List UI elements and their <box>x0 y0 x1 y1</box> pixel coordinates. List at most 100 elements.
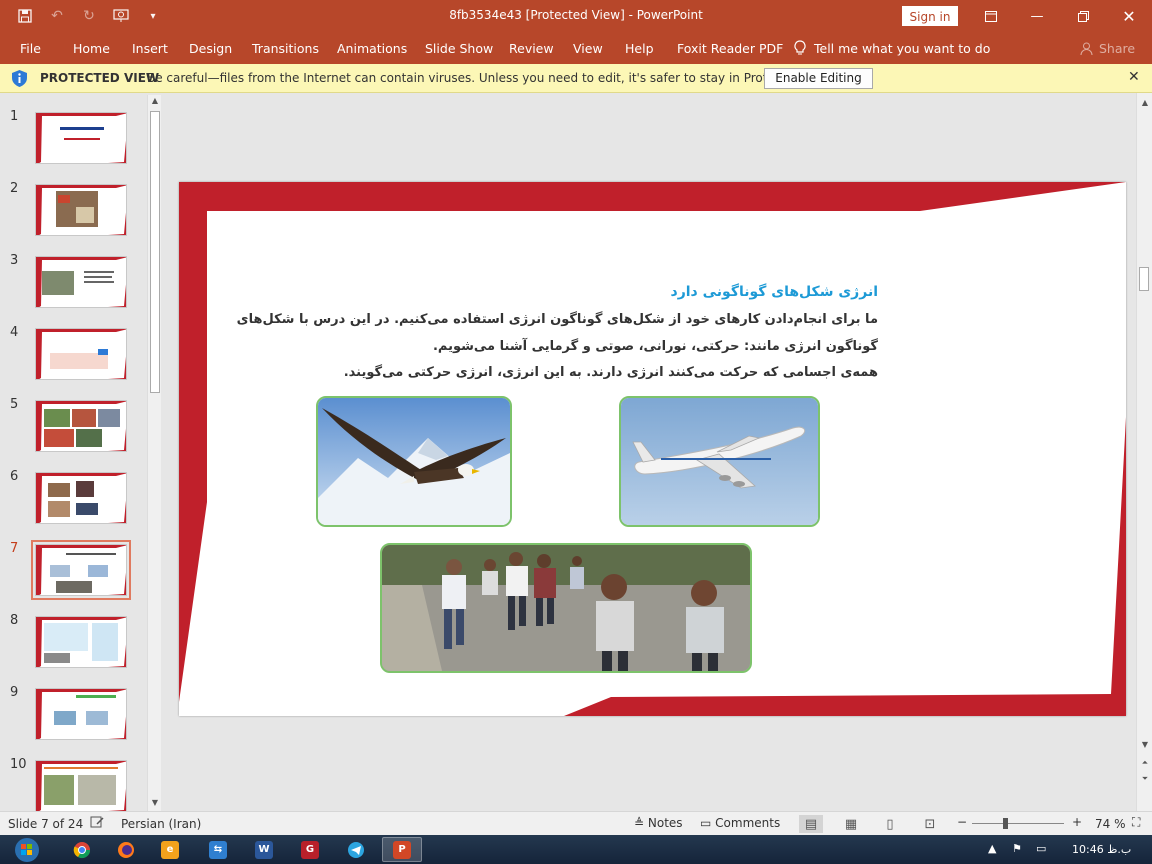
tab-file[interactable]: File <box>20 41 41 56</box>
tab-insert[interactable]: Insert <box>132 41 168 56</box>
share-label: Share <box>1099 41 1136 56</box>
scrollbar-thumb[interactable] <box>1139 267 1149 291</box>
protected-view-title: PROTECTED VIEW <box>40 71 160 85</box>
tab-animations[interactable]: Animations <box>337 41 407 56</box>
slide-thumbnail-2[interactable] <box>35 184 127 236</box>
ribbon-tabs: File Home Insert Design Transitions Anim… <box>0 32 1152 64</box>
scroll-up-arrow-icon[interactable]: ▲ <box>1138 97 1152 109</box>
zoom-level[interactable]: 74 % <box>1095 817 1126 831</box>
protected-view-bar: PROTECTED VIEW Be careful—files from the… <box>0 64 1152 93</box>
zoom-slider[interactable] <box>972 823 1064 824</box>
eagle-photo <box>316 396 512 527</box>
person-icon <box>1080 42 1093 55</box>
current-slide[interactable]: انرژی شکل‌های گوناگونی دارد ما برای انجا… <box>179 182 1126 716</box>
ie-taskbar-icon[interactable]: e <box>150 837 190 862</box>
spelling-check-icon[interactable] <box>90 815 104 832</box>
zoom-out-icon[interactable]: − <box>957 815 967 829</box>
thumbnail-scrollbar[interactable]: ▲ ▼ <box>147 95 161 811</box>
tab-transitions[interactable]: Transitions <box>252 41 319 56</box>
windows-taskbar: e ⇆ W G P ▲ ⚑ ▭ 10:46 ب.ظ <box>0 835 1152 864</box>
scroll-down-arrow-icon[interactable]: ▼ <box>148 797 162 809</box>
share-button[interactable]: Share <box>1080 41 1135 56</box>
thumbnail-number: 4 <box>10 325 19 340</box>
scroll-up-arrow-icon[interactable]: ▲ <box>148 95 162 107</box>
sign-in-button[interactable]: Sign in <box>902 6 958 26</box>
tab-review[interactable]: Review <box>509 41 554 56</box>
restore-icon[interactable] <box>1060 0 1106 32</box>
shield-info-icon <box>12 70 27 87</box>
thumbnail-number: 6 <box>10 469 19 484</box>
slide-thumbnail-10[interactable] <box>35 760 127 812</box>
start-from-beginning-icon[interactable] <box>110 6 132 26</box>
zoom-slider-thumb[interactable] <box>1003 818 1008 829</box>
ribbon-display-options-icon[interactable] <box>968 0 1014 32</box>
notes-button[interactable]: ≜ Notes <box>634 816 683 830</box>
minimize-icon[interactable]: — <box>1014 0 1060 32</box>
normal-view-icon[interactable]: ▤ <box>799 815 823 833</box>
file-explorer-taskbar-icon[interactable]: ⇆ <box>198 837 238 862</box>
notes-icon: ≜ <box>634 816 645 830</box>
undo-icon[interactable]: ↶ <box>46 6 68 26</box>
zoom-in-icon[interactable]: + <box>1072 815 1082 829</box>
quick-access-toolbar: ↶ ↻ ▾ <box>14 6 164 26</box>
slide-thumbnail-5[interactable] <box>35 400 127 452</box>
chrome-taskbar-icon[interactable] <box>62 837 102 862</box>
customize-qat-icon[interactable]: ▾ <box>142 6 164 26</box>
notes-label: Notes <box>647 816 683 830</box>
save-icon[interactable] <box>14 6 36 26</box>
slide-show-view-icon[interactable]: ⊡ <box>918 815 942 833</box>
slide-scrollbar[interactable]: ▲ ▼ ⏶ ⏷ <box>1136 93 1152 811</box>
slide-thumbnail-7[interactable] <box>31 540 131 600</box>
tab-design[interactable]: Design <box>189 41 232 56</box>
airplane-photo <box>619 396 820 527</box>
scrollbar-thumb[interactable] <box>150 111 160 393</box>
comments-button[interactable]: ▭ Comments <box>700 816 780 830</box>
redo-icon[interactable]: ↻ <box>78 6 100 26</box>
slide-thumbnail-pane: 1 2 3 4 5 6 7 8 9 10 ▲ ▼ <box>0 93 164 812</box>
close-bar-icon[interactable]: ✕ <box>1128 69 1140 85</box>
slide-title: انرژی شکل‌های گوناگونی دارد <box>670 284 878 300</box>
enable-editing-button[interactable]: Enable Editing <box>764 68 873 89</box>
status-bar: Slide 7 of 24 Persian (Iran) ≜ Notes ▭ C… <box>0 811 1152 835</box>
tab-foxit-reader-pdf[interactable]: Foxit Reader PDF <box>677 41 783 56</box>
tab-home[interactable]: Home <box>73 41 110 56</box>
language-indicator[interactable]: Persian (Iran) <box>121 817 201 831</box>
thumbnail-number: 8 <box>10 613 19 628</box>
start-button[interactable] <box>4 837 50 862</box>
action-center-flag-icon[interactable]: ⚑ <box>1012 842 1022 855</box>
reading-view-icon[interactable]: ▯ <box>878 815 902 833</box>
powerpoint-taskbar-icon[interactable]: P <box>382 837 422 862</box>
show-hidden-icons-icon[interactable]: ▲ <box>988 842 996 855</box>
next-slide-icon[interactable]: ⏷ <box>1138 773 1152 785</box>
close-icon[interactable]: ✕ <box>1106 0 1152 32</box>
tell-me-search[interactable]: Tell me what you want to do <box>794 40 990 56</box>
previous-slide-icon[interactable]: ⏶ <box>1138 757 1152 769</box>
word-taskbar-icon[interactable]: W <box>244 837 284 862</box>
slide-thumbnail-3[interactable] <box>35 256 127 308</box>
scroll-down-arrow-icon[interactable]: ▼ <box>1138 739 1152 751</box>
thumbnail-number: 3 <box>10 253 19 268</box>
runners-photo <box>380 543 752 673</box>
slide-thumbnail-6[interactable] <box>35 472 127 524</box>
slide-body-line-3: همه‌ی اجسامی که حرکت می‌کنند انرژی دارند… <box>343 365 878 380</box>
protected-view-message: Be careful—files from the Internet can c… <box>147 71 837 85</box>
thumbnail-number: 1 <box>10 109 19 124</box>
network-icon[interactable]: ▭ <box>1036 842 1046 855</box>
powerpoint-window: ↶ ↻ ▾ 8fb3534e43 [Protected View] - Powe… <box>0 0 1152 864</box>
tab-help[interactable]: Help <box>625 41 654 56</box>
foxit-taskbar-icon[interactable]: G <box>290 837 330 862</box>
telegram-taskbar-icon[interactable] <box>336 837 376 862</box>
slide-sorter-view-icon[interactable]: ▦ <box>839 815 863 833</box>
fit-to-window-icon[interactable]: ⛶ <box>1132 815 1140 830</box>
thumbnail-number: 2 <box>10 181 19 196</box>
slide-thumbnail-9[interactable] <box>35 688 127 740</box>
firefox-taskbar-icon[interactable] <box>106 837 146 862</box>
slide-thumbnail-8[interactable] <box>35 616 127 668</box>
taskbar-clock[interactable]: 10:46 ب.ظ <box>1072 843 1131 856</box>
tab-view[interactable]: View <box>573 41 603 56</box>
slide-body-line-1: ما برای انجام‌دادن کارهای خود از شکل‌های… <box>236 312 878 327</box>
slide-thumbnail-4[interactable] <box>35 328 127 380</box>
slide-thumbnail-1[interactable] <box>35 112 127 164</box>
lightbulb-icon <box>794 40 806 55</box>
tab-slide-show[interactable]: Slide Show <box>425 41 493 56</box>
